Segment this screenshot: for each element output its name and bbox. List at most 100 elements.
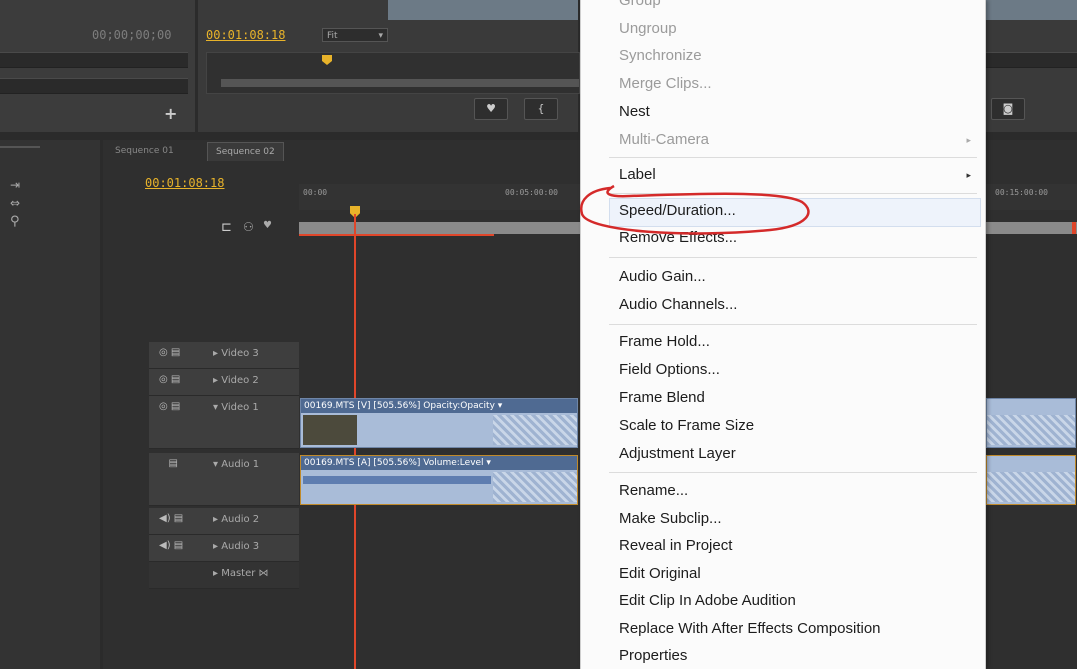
audio-clip-right[interactable] <box>986 455 1076 505</box>
track-header-video-2[interactable]: ◎ ▤ ▸ Video 2 <box>149 369 299 396</box>
track-name: ▾ Audio 1 <box>213 459 260 470</box>
track-header-audio-1[interactable]: ▤ ▾ Audio 1 <box>149 453 299 506</box>
submenu-arrow-icon: ▸ <box>966 136 971 146</box>
track-header-audio-2[interactable]: ◀) ▤ ▸ Audio 2 <box>149 508 299 535</box>
work-area-end[interactable] <box>1072 222 1076 234</box>
add-marker-icon[interactable]: ♥ <box>263 220 272 231</box>
menu-item-audio-channels[interactable]: Audio Channels... <box>619 296 737 313</box>
track-label: Audio 1 <box>221 459 260 470</box>
menu-item-frame-blend[interactable]: Frame Blend <box>619 389 705 406</box>
context-menu: Group Ungroup Synchronize Merge Clips...… <box>580 0 986 669</box>
mark-in-icon: { <box>537 102 545 115</box>
menu-item-edit-original[interactable]: Edit Original <box>619 565 701 582</box>
program-monitor-controls: 00:01:08:18 Fit ▾ ♥ { <box>198 0 580 132</box>
linked-selection-icon[interactable]: ⚇ <box>243 220 254 234</box>
clip-hatch <box>987 415 1075 445</box>
track-name: ▸ Audio 3 <box>213 541 260 552</box>
eye-icon[interactable]: ◎ ▤ <box>159 347 180 358</box>
track-header-video-1[interactable]: ◎ ▤ ▾ Video 1 <box>149 396 299 449</box>
menu-item-audio-gain[interactable]: Audio Gain... <box>619 268 706 285</box>
audio-waveform <box>303 476 491 484</box>
video-clip[interactable]: 00169.MTS [V] [505.56%] Opacity:Opacity … <box>300 398 578 448</box>
menu-item-multi-camera[interactable]: Multi-Camera <box>619 131 709 148</box>
program-monitor-right: ◙ <box>985 0 1077 132</box>
source-scrub-bar[interactable] <box>0 52 188 68</box>
menu-item-rename[interactable]: Rename... <box>619 482 688 499</box>
program-video-frame <box>388 0 578 20</box>
menu-item-adjustment-layer[interactable]: Adjustment Layer <box>619 445 736 462</box>
menu-item-synchronize[interactable]: Synchronize <box>619 47 702 64</box>
clip-hatch <box>493 415 577 445</box>
menu-item-group[interactable]: Group <box>619 0 661 9</box>
fit-dropdown[interactable]: Fit ▾ <box>322 28 388 42</box>
track-header-audio-3[interactable]: ◀) ▤ ▸ Audio 3 <box>149 535 299 562</box>
mark-in-button[interactable]: { <box>524 98 558 120</box>
menu-item-reveal-in-project[interactable]: Reveal in Project <box>619 537 732 554</box>
menu-item-scale-to-frame-size[interactable]: Scale to Frame Size <box>619 417 754 434</box>
track-label: Video 1 <box>221 402 259 413</box>
chevron-down-icon: ▾ <box>378 31 383 41</box>
source-zoom-bar[interactable] <box>0 78 188 94</box>
eye-icon[interactable]: ◎ ▤ <box>159 374 180 385</box>
track-name: ▾ Video 1 <box>213 402 259 413</box>
menu-item-merge-clips[interactable]: Merge Clips... <box>619 75 712 92</box>
source-timecode: 00;00;00;00 <box>92 28 172 42</box>
track-name: ▸ Video 3 <box>213 348 259 359</box>
speaker-icon[interactable]: ◀) ▤ <box>159 540 183 551</box>
clip-thumbnail <box>303 415 357 445</box>
audio-clip-label: 00169.MTS [A] [505.56%] Volume:Level ▾ <box>301 456 577 470</box>
tab-sequence-01[interactable]: Sequence 01 <box>107 142 182 160</box>
menu-separator <box>609 472 977 473</box>
video-clip-label: 00169.MTS [V] [505.56%] Opacity:Opacity … <box>301 399 577 413</box>
menu-separator <box>609 324 977 325</box>
track-label: Video 3 <box>221 348 259 359</box>
speaker-icon[interactable]: ◀) ▤ <box>159 513 183 524</box>
export-frame-button[interactable]: ◙ <box>991 98 1025 120</box>
audio-clip[interactable]: 00169.MTS [A] [505.56%] Volume:Level ▾ <box>300 455 578 505</box>
tools-panel: ⇥ ⇔ ⚲ <box>0 140 100 669</box>
menu-item-edit-in-audition[interactable]: Edit Clip In Adobe Audition <box>619 592 796 609</box>
track-label: Audio 2 <box>221 514 260 525</box>
menu-separator <box>609 157 977 158</box>
add-button[interactable]: + <box>164 104 177 123</box>
source-monitor-controls: 00;00;00;00 + <box>0 0 195 132</box>
fit-label: Fit <box>327 31 338 41</box>
menu-item-ungroup[interactable]: Ungroup <box>619 20 677 37</box>
program-timecode[interactable]: 00:01:08:18 <box>206 28 285 42</box>
menu-item-properties[interactable]: Properties <box>619 647 687 664</box>
submenu-arrow-icon: ▸ <box>966 171 971 181</box>
annotation-circle <box>579 184 810 235</box>
menu-item-field-options[interactable]: Field Options... <box>619 361 720 378</box>
speaker-icon[interactable]: ▤ <box>159 458 178 469</box>
add-marker-button[interactable]: ♥ <box>474 98 508 120</box>
program-scrub-area[interactable] <box>206 52 580 94</box>
track-label: Audio 3 <box>221 541 260 552</box>
ruler-tick: 00:05:00:00 <box>505 188 558 197</box>
track-header-video-3[interactable]: ◎ ▤ ▸ Video 3 <box>149 342 299 369</box>
track-header-master[interactable]: ▸ Master ⋈ <box>149 562 299 589</box>
track-name: ▸ Audio 2 <box>213 514 260 525</box>
track-select-icon[interactable]: ⇥ <box>10 178 20 192</box>
menu-separator <box>609 257 977 258</box>
program-video-frame-right <box>985 0 1077 20</box>
program-zoom-bar[interactable] <box>221 79 579 87</box>
zoom-icon[interactable]: ⚲ <box>10 214 20 229</box>
render-bar <box>299 234 494 236</box>
ripple-edit-icon[interactable]: ⇔ <box>10 196 20 210</box>
ruler-tick: 00:15:00:00 <box>995 188 1048 197</box>
timeline-timecode[interactable]: 00:01:08:18 <box>145 176 224 190</box>
menu-item-replace-with-ae-composition[interactable]: Replace With After Effects Composition <box>619 620 881 637</box>
panel-divider <box>0 146 40 148</box>
playhead-marker-icon[interactable] <box>322 55 332 65</box>
tab-sequence-02[interactable]: Sequence 02 <box>207 142 284 161</box>
menu-item-nest[interactable]: Nest <box>619 103 650 120</box>
snap-icon[interactable]: ⊏ <box>221 220 232 235</box>
menu-item-make-subclip[interactable]: Make Subclip... <box>619 510 722 527</box>
menu-item-frame-hold[interactable]: Frame Hold... <box>619 333 710 350</box>
program-scrub-bar-right[interactable] <box>985 52 1077 68</box>
video-clip-right[interactable] <box>986 398 1076 448</box>
eye-icon[interactable]: ◎ ▤ <box>159 401 180 412</box>
track-label: Video 2 <box>221 375 259 386</box>
clip-hatch <box>493 472 577 502</box>
track-name: ▸ Master ⋈ <box>213 568 269 579</box>
